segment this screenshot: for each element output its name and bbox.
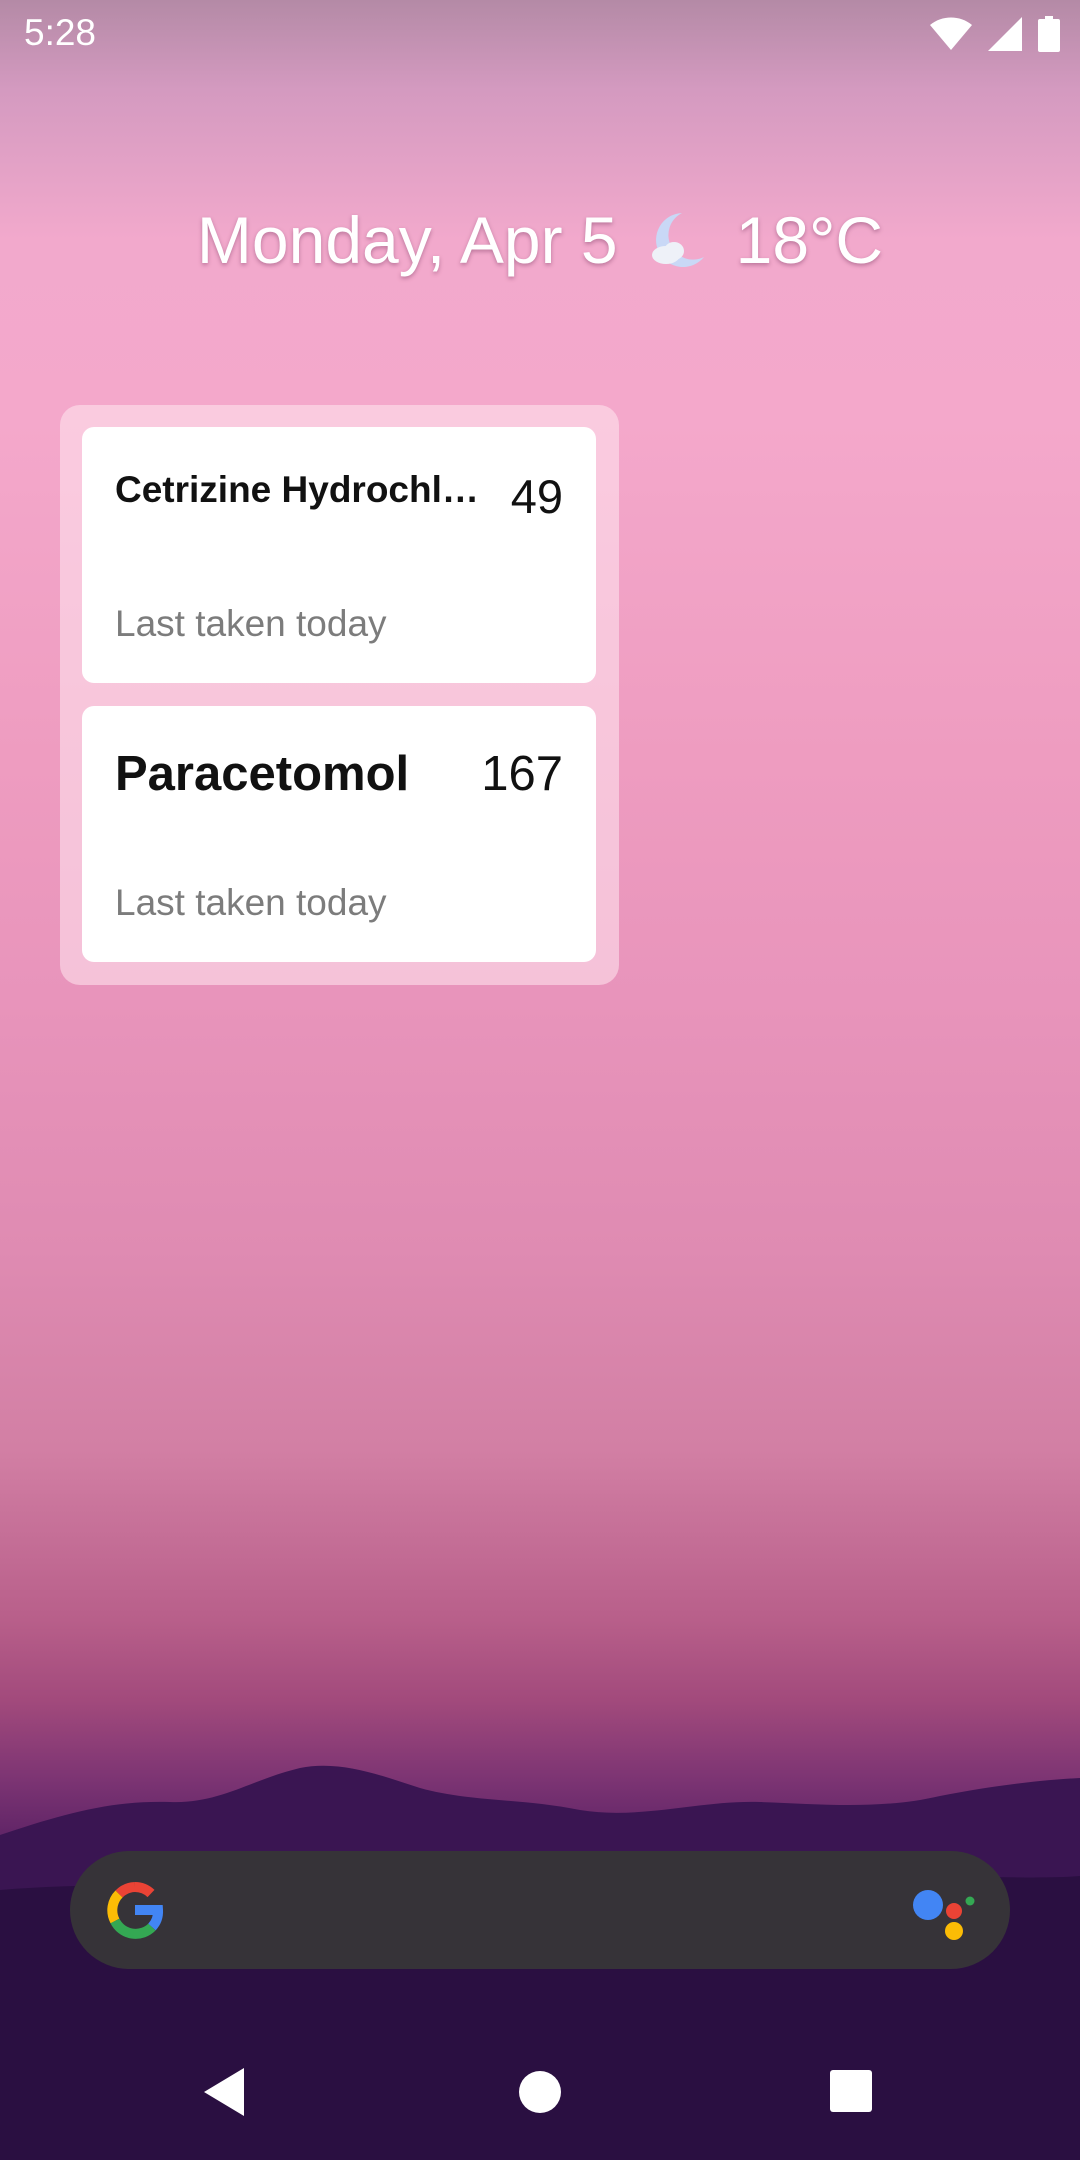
navigation-bar: [0, 2030, 1080, 2160]
google-g-icon[interactable]: [102, 1877, 168, 1943]
at-a-glance[interactable]: Monday, Apr 5 18°C: [0, 200, 1080, 280]
medication-name: Cetrizine Hydrochlo…: [115, 469, 485, 510]
last-taken-label: Last taken today: [115, 882, 387, 923]
status-icons: [930, 14, 1060, 54]
medication-name: Paracetomol: [115, 747, 410, 801]
back-icon[interactable]: [196, 2062, 256, 2122]
temperature-label[interactable]: 18°C: [736, 202, 883, 278]
medication-card[interactable]: Paracetomol 167 Last taken today: [82, 706, 596, 962]
medication-widget: Cetrizine Hydrochlo… 49 Last taken today…: [60, 405, 619, 985]
google-assistant-icon[interactable]: [912, 1885, 976, 1941]
recents-icon[interactable]: [822, 2062, 882, 2122]
wifi-icon: [930, 17, 972, 50]
cellular-signal-icon: [988, 17, 1022, 51]
medication-count: 49: [510, 470, 563, 523]
status-time: 5:28: [24, 12, 97, 53]
moon-cloud-icon[interactable]: [644, 207, 710, 273]
date-label[interactable]: Monday, Apr 5: [197, 202, 618, 278]
medication-count: 167: [481, 747, 563, 801]
google-search-bar[interactable]: [70, 1851, 1010, 1969]
battery-icon: [1038, 16, 1060, 52]
last-taken-label: Last taken today: [115, 603, 387, 644]
home-icon[interactable]: [510, 2062, 570, 2122]
medication-card[interactable]: Cetrizine Hydrochlo… 49 Last taken today: [82, 427, 596, 683]
status-bar: 5:28: [0, 0, 1080, 66]
